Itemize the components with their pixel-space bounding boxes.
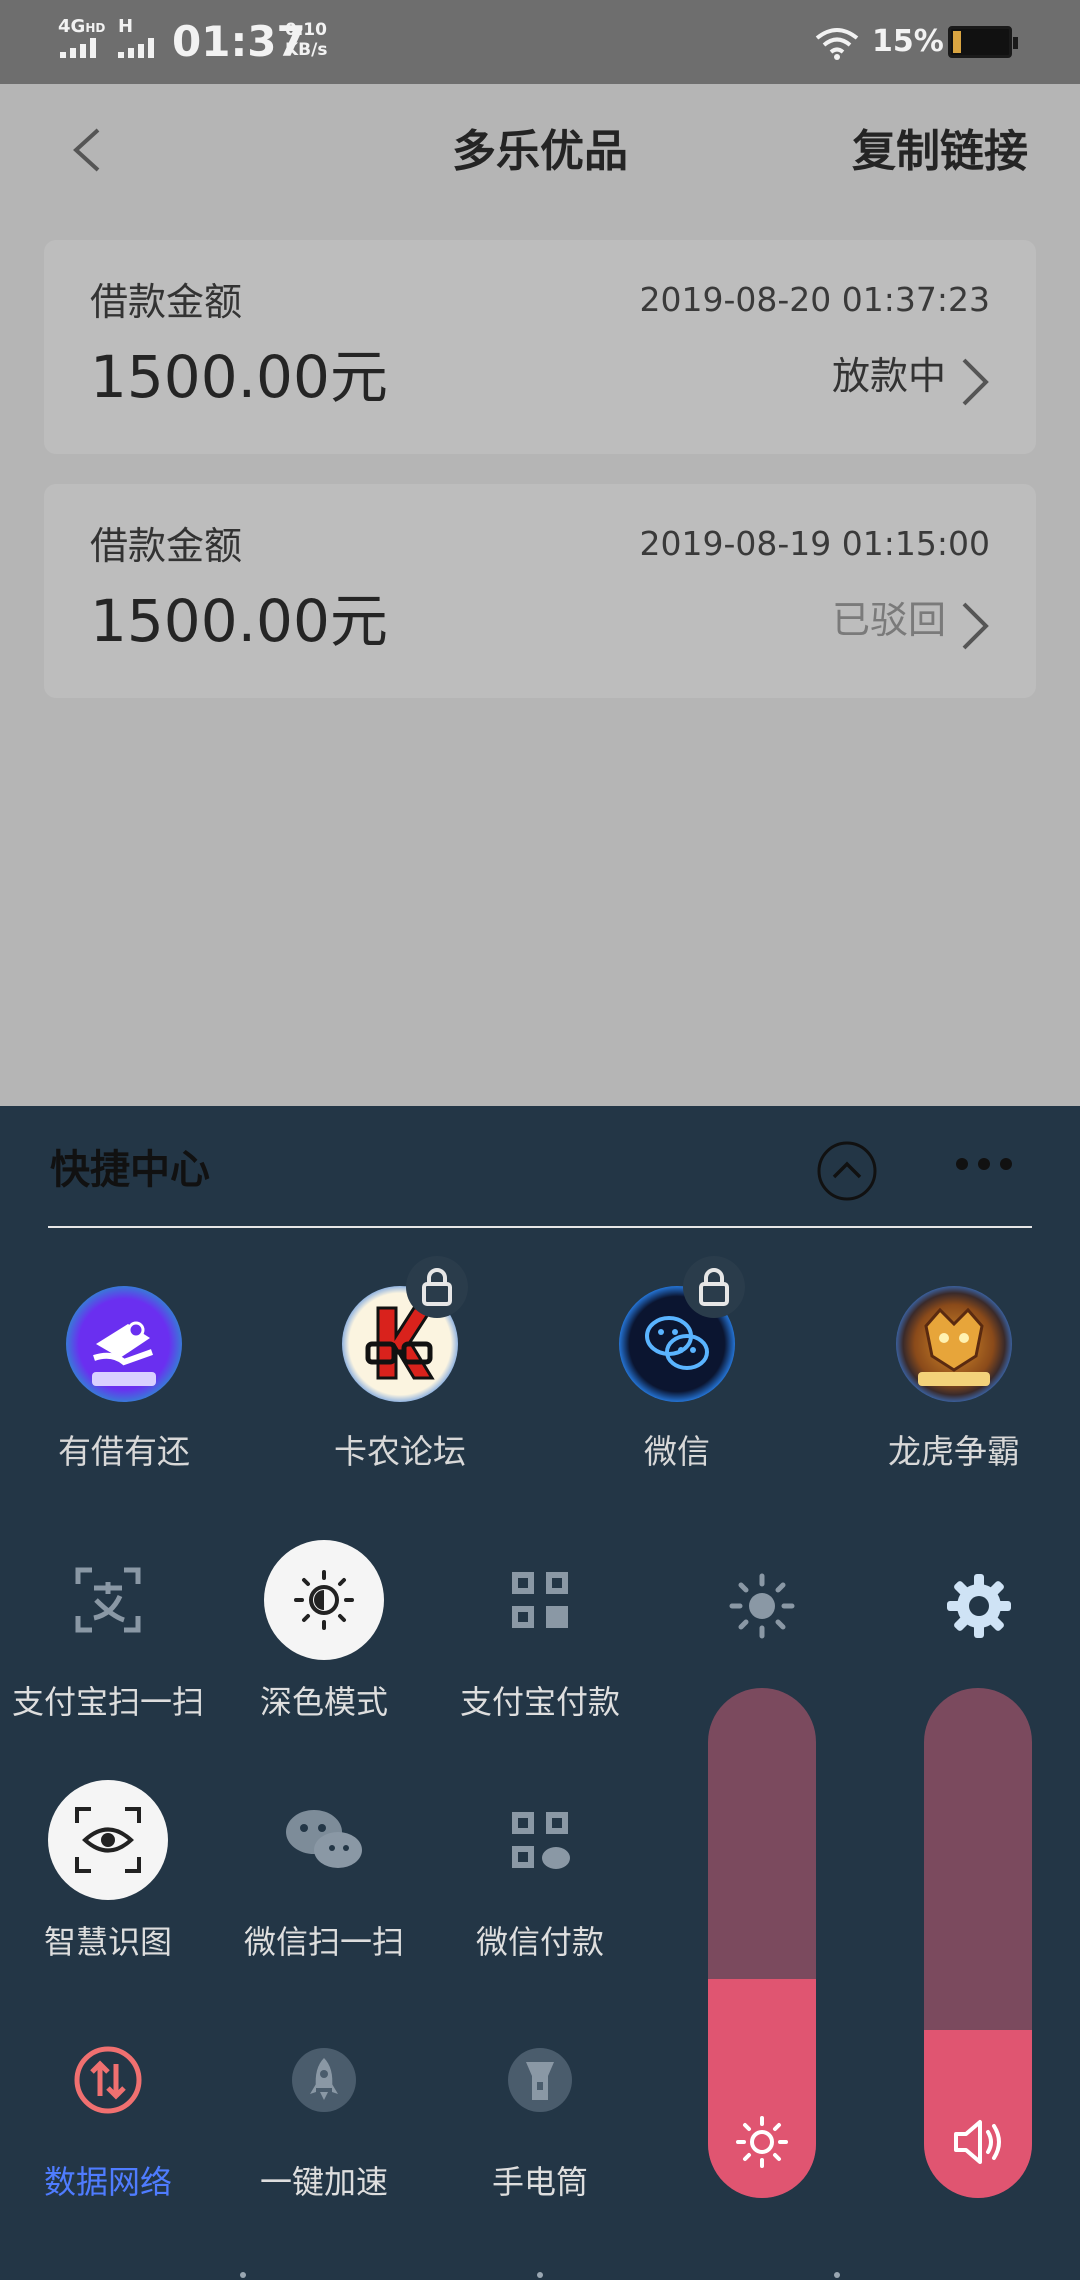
toggle-wechat-scan[interactable]: 微信扫一扫 (216, 1780, 432, 1964)
status-bar: 4GHD H 01:37 0.10 KB/s 15% (0, 0, 1080, 84)
battery-percent: 15% (872, 24, 944, 59)
wechat-pay-icon (480, 1780, 600, 1900)
toggle-label: 手电筒 (491, 2163, 588, 2201)
quick-center-title: 快捷中心 (50, 1147, 210, 1193)
signal-bars-2-icon (118, 38, 154, 58)
brightness-slider[interactable] (708, 1688, 816, 2198)
app-label: 有借有还 (58, 1432, 190, 1471)
toggle-label: 微信扫一扫 (243, 1923, 404, 1961)
app-shortcut-kanong[interactable]: 卡农论坛 (310, 1256, 490, 1474)
toggle-label: 智慧识图 (43, 1923, 172, 1961)
speaker-icon (954, 2120, 1001, 2164)
brightness-sun-icon (736, 2116, 788, 2168)
top-navbar: 多乐优品 复制链接 (0, 84, 1080, 212)
toggle-boost[interactable]: 一键加速 (216, 2020, 432, 2204)
signal-bars-icon (60, 38, 96, 58)
more-options-icon[interactable] (956, 1158, 1012, 1170)
settings-gear-icon[interactable] (939, 1566, 1019, 1646)
toggle-mobile-data[interactable]: 数据网络 (0, 2020, 216, 2204)
network-speed: 0.10 KB/s (285, 20, 328, 60)
loan-label: 借款金额 (90, 280, 243, 324)
toggle-label: 支付宝付款 (459, 1683, 620, 1721)
mobile-data-icon (48, 2020, 168, 2140)
wifi-icon (815, 28, 859, 60)
app-label: 微信 (644, 1432, 710, 1471)
toggle-label: 微信付款 (475, 1923, 604, 1961)
toggle-label: 深色模式 (259, 1683, 388, 1721)
page-indicator-dot (537, 2272, 543, 2278)
flashlight-icon (480, 2020, 600, 2140)
app-label: 龙虎争霸 (888, 1432, 1020, 1471)
loan-card[interactable]: 借款金额 2019-08-19 01:15:00 1500.00元 已驳回 (44, 484, 1036, 698)
toggle-label: 支付宝扫一扫 (11, 1683, 204, 1721)
lock-icon (683, 1256, 745, 1318)
loan-amount: 1500.00元 (90, 587, 388, 655)
loan-status: 放款中 (831, 354, 946, 398)
youjie-app-icon (66, 1286, 182, 1402)
page-indicator-dot (240, 2272, 246, 2278)
dark-mode-icon (264, 1540, 384, 1660)
battery-icon (948, 26, 1018, 58)
toggle-dark-mode[interactable]: 深色模式 (216, 1540, 432, 1724)
volume-slider[interactable] (924, 1688, 1032, 2198)
toggle-label: 一键加速 (259, 2163, 388, 2201)
app-shortcut-longhu[interactable]: 龙虎争霸 (864, 1286, 1044, 1474)
wechat-scan-icon (264, 1780, 384, 1900)
loan-card[interactable]: 借款金额 2019-08-20 01:37:23 1500.00元 放款中 (44, 240, 1036, 454)
app-shortcut-wechat[interactable]: 微信 (587, 1256, 767, 1474)
page-indicator-dot (834, 2272, 840, 2278)
network-type-2: H (118, 16, 134, 37)
app-shortcut-youjie[interactable]: 有借有还 (34, 1286, 214, 1474)
loan-date: 2019-08-19 01:15:00 (639, 524, 990, 563)
toggle-alipay-scan[interactable]: 支付宝扫一扫 (0, 1540, 216, 1724)
brightness-icon (729, 1573, 795, 1639)
chevron-right-icon (962, 602, 989, 650)
rocket-icon (264, 2020, 384, 2140)
network-type: 4GHD (58, 16, 106, 37)
chevron-right-icon (962, 358, 989, 406)
loan-amount: 1500.00元 (90, 343, 388, 411)
lock-icon (406, 1256, 468, 1318)
quick-center-panel: 快捷中心 有借有还 卡农论坛 微信 龙虎争霸 支付宝扫一扫 深色模式 支付宝付款… (0, 1106, 1080, 2280)
loan-status: 已驳回 (831, 598, 946, 642)
toggle-smart-vision[interactable]: 智慧识图 (0, 1780, 216, 1964)
toggle-label: 数据网络 (43, 2163, 172, 2201)
longhu-app-icon (896, 1286, 1012, 1402)
toggle-wechat-pay[interactable]: 微信付款 (432, 1780, 648, 1964)
app-label: 卡农论坛 (334, 1432, 466, 1471)
copy-link-button[interactable]: 复制链接 (852, 124, 1028, 180)
alipay-scan-icon (48, 1540, 168, 1660)
smart-vision-icon (48, 1780, 168, 1900)
divider (48, 1226, 1032, 1228)
collapse-up-icon[interactable] (816, 1140, 878, 1202)
toggle-flashlight[interactable]: 手电筒 (432, 2020, 648, 2204)
toggle-alipay-pay[interactable]: 支付宝付款 (432, 1540, 648, 1724)
loan-label: 借款金额 (90, 524, 243, 568)
loan-date: 2019-08-20 01:37:23 (639, 280, 990, 319)
alipay-pay-icon (480, 1540, 600, 1660)
